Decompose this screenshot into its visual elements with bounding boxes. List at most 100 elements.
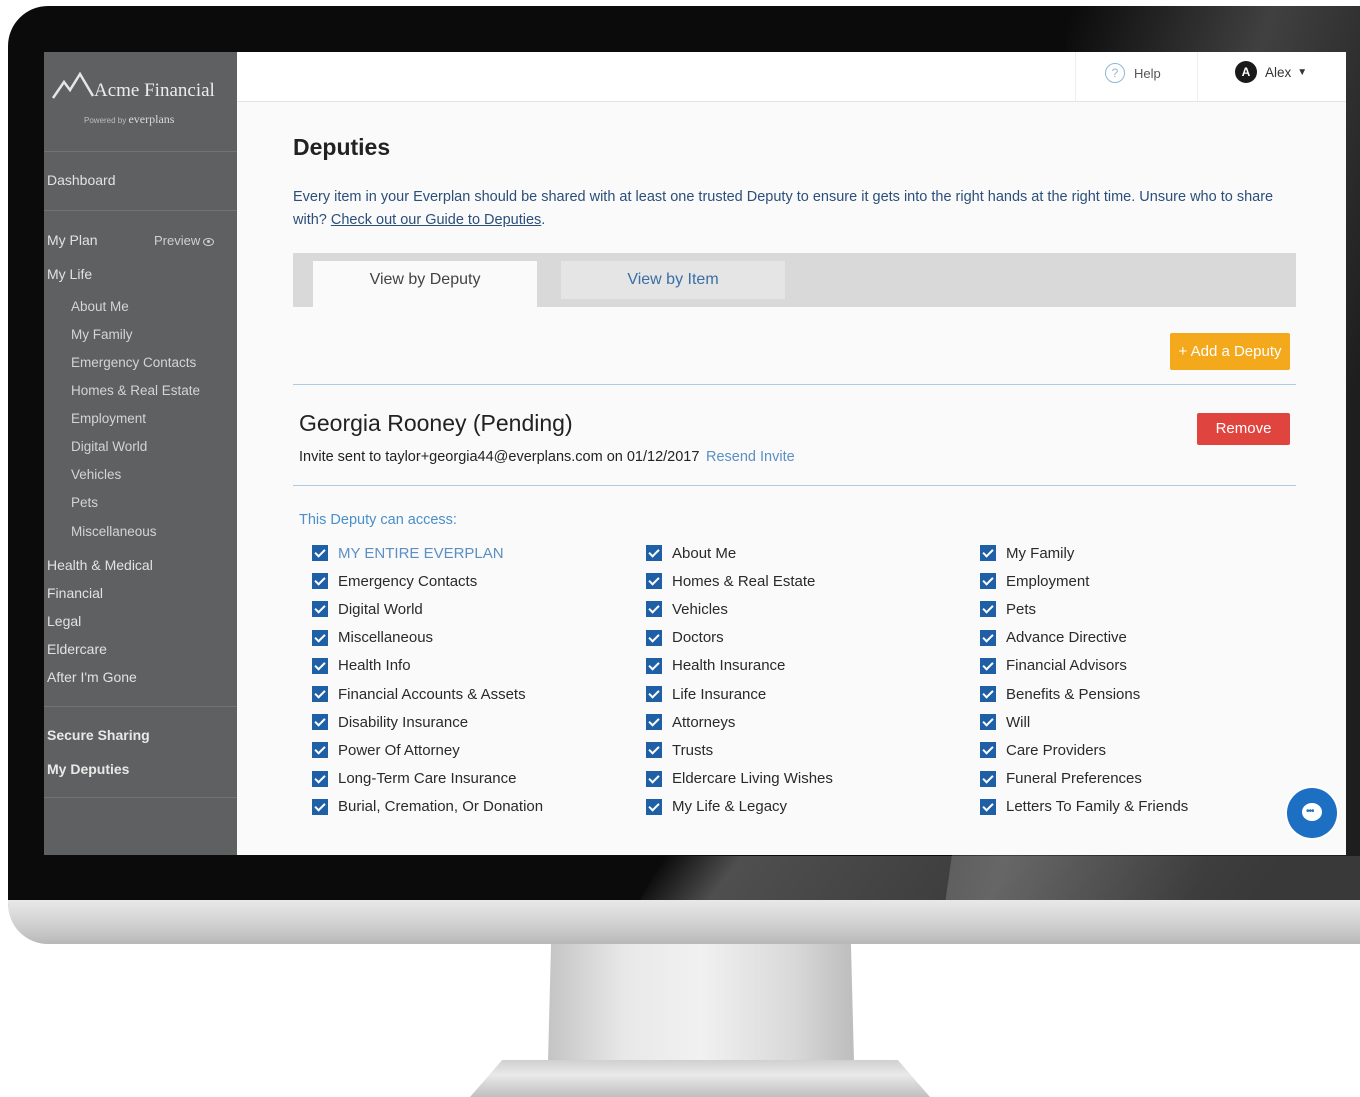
sidebar-item-my-plan[interactable]: My Plan xyxy=(47,232,98,248)
checkbox-checked-icon[interactable] xyxy=(980,714,996,731)
access-item[interactable]: Letters To Family & Friends xyxy=(980,793,1188,821)
sidebar-subitem-pets[interactable]: Pets xyxy=(71,495,98,510)
help-button[interactable]: ? Help xyxy=(1105,61,1161,85)
checkbox-checked-icon[interactable] xyxy=(312,601,328,618)
sidebar-subitem-digital-world[interactable]: Digital World xyxy=(71,439,147,454)
checkbox-checked-icon[interactable] xyxy=(312,798,328,815)
access-item[interactable]: Attorneys xyxy=(646,708,833,736)
access-item[interactable]: Benefits & Pensions xyxy=(980,680,1188,708)
checkbox-checked-icon[interactable] xyxy=(312,686,328,703)
checkbox-checked-icon[interactable] xyxy=(646,742,662,759)
sidebar-subitem-miscellaneous[interactable]: Miscellaneous xyxy=(71,524,157,539)
access-item[interactable]: Emergency Contacts xyxy=(312,567,543,595)
tab-view-by-item[interactable]: View by Item xyxy=(561,261,785,299)
checkbox-checked-icon[interactable] xyxy=(312,629,328,646)
sidebar-item-my-life[interactable]: My Life xyxy=(47,266,92,282)
sidebar-item-financial[interactable]: Financial xyxy=(47,585,103,601)
checkbox-checked-icon[interactable] xyxy=(646,601,662,618)
user-menu[interactable]: A Alex ▼ xyxy=(1235,59,1307,85)
checkbox-checked-icon[interactable] xyxy=(312,573,328,590)
checkbox-checked-icon[interactable] xyxy=(980,657,996,674)
access-item[interactable]: Doctors xyxy=(646,624,833,652)
checkbox-checked-icon[interactable] xyxy=(646,714,662,731)
guide-to-deputies-link[interactable]: Check out our Guide to Deputies xyxy=(331,212,541,228)
sidebar-item-dashboard[interactable]: Dashboard xyxy=(47,172,116,188)
resend-invite-link[interactable]: Resend Invite xyxy=(706,449,795,465)
deputy-name: Georgia Rooney (Pending) xyxy=(299,410,573,436)
access-item[interactable]: Digital World xyxy=(312,595,543,623)
checkbox-checked-icon[interactable] xyxy=(646,629,662,646)
brand-name: Acme Financial xyxy=(94,80,215,101)
checkbox-checked-icon[interactable] xyxy=(980,686,996,703)
brand-logo[interactable]: Acme Financial Powered by everplans xyxy=(52,68,232,130)
checkbox-checked-icon[interactable] xyxy=(312,742,328,759)
sidebar-subitem-homes-real-estate[interactable]: Homes & Real Estate xyxy=(71,383,200,398)
powered-by-name: everplans xyxy=(128,112,175,126)
checkbox-checked-icon[interactable] xyxy=(980,601,996,618)
checkbox-checked-icon[interactable] xyxy=(312,714,328,731)
access-item[interactable]: Burial, Cremation, Or Donation xyxy=(312,793,543,821)
access-item[interactable]: Pets xyxy=(980,595,1188,623)
checkbox-checked-icon[interactable] xyxy=(646,545,662,562)
sidebar-divider xyxy=(44,797,237,798)
checkbox-checked-icon[interactable] xyxy=(646,686,662,703)
monitor-chin xyxy=(8,900,1360,944)
add-deputy-button[interactable]: + Add a Deputy xyxy=(1170,333,1290,370)
intro-text: Every item in your Everplan should be sh… xyxy=(293,189,1274,228)
access-item[interactable]: Will xyxy=(980,708,1188,736)
checkbox-checked-icon[interactable] xyxy=(646,770,662,787)
checkbox-checked-icon[interactable] xyxy=(980,798,996,815)
checkbox-checked-icon[interactable] xyxy=(312,657,328,674)
checkbox-checked-icon[interactable] xyxy=(312,545,328,562)
checkbox-checked-icon[interactable] xyxy=(646,573,662,590)
access-item[interactable]: Financial Accounts & Assets xyxy=(312,680,543,708)
checkbox-checked-icon[interactable] xyxy=(646,798,662,815)
access-item[interactable]: Vehicles xyxy=(646,595,833,623)
access-item[interactable]: About Me xyxy=(646,539,833,567)
preview-link[interactable]: Preview xyxy=(154,233,215,248)
header-separator xyxy=(1197,52,1198,101)
access-item[interactable]: Life Insurance xyxy=(646,680,833,708)
access-item[interactable]: My Life & Legacy xyxy=(646,793,833,821)
access-item-entire-everplan[interactable]: MY ENTIRE EVERPLAN xyxy=(312,539,543,567)
access-item[interactable]: Disability Insurance xyxy=(312,708,543,736)
chat-button[interactable]: ••• xyxy=(1287,788,1337,838)
sidebar-item-legal[interactable]: Legal xyxy=(47,613,81,629)
sidebar-item-secure-sharing[interactable]: Secure Sharing xyxy=(47,727,150,743)
sidebar-item-after-im-gone[interactable]: After I'm Gone xyxy=(47,669,137,685)
access-item[interactable]: Health Info xyxy=(312,652,543,680)
access-column-2: About Me Homes & Real Estate Vehicles Do… xyxy=(646,539,833,821)
sidebar-subitem-employment[interactable]: Employment xyxy=(71,411,146,426)
access-item[interactable]: Power Of Attorney xyxy=(312,736,543,764)
mountain-logo-icon xyxy=(52,71,94,99)
sidebar-item-my-deputies[interactable]: My Deputies xyxy=(47,761,129,777)
monitor-stand-neck xyxy=(548,944,854,1062)
tab-view-by-deputy[interactable]: View by Deputy xyxy=(313,261,537,307)
access-item[interactable]: Homes & Real Estate xyxy=(646,567,833,595)
checkbox-checked-icon[interactable] xyxy=(980,545,996,562)
access-item[interactable]: Trusts xyxy=(646,736,833,764)
checkbox-checked-icon[interactable] xyxy=(980,629,996,646)
checkbox-checked-icon[interactable] xyxy=(980,742,996,759)
checkbox-checked-icon[interactable] xyxy=(312,770,328,787)
access-item[interactable]: Miscellaneous xyxy=(312,624,543,652)
access-item[interactable]: Long-Term Care Insurance xyxy=(312,765,543,793)
access-item[interactable]: Funeral Preferences xyxy=(980,765,1188,793)
checkbox-checked-icon[interactable] xyxy=(980,770,996,787)
checkbox-checked-icon[interactable] xyxy=(646,657,662,674)
sidebar-item-eldercare[interactable]: Eldercare xyxy=(47,641,107,657)
access-item[interactable]: Advance Directive xyxy=(980,624,1188,652)
access-item[interactable]: Employment xyxy=(980,567,1188,595)
sidebar-subitem-vehicles[interactable]: Vehicles xyxy=(71,467,121,482)
sidebar-subitem-my-family[interactable]: My Family xyxy=(71,327,133,342)
sidebar-item-health-medical[interactable]: Health & Medical xyxy=(47,557,153,573)
sidebar-subitem-emergency-contacts[interactable]: Emergency Contacts xyxy=(71,355,196,370)
remove-deputy-button[interactable]: Remove xyxy=(1197,413,1290,445)
access-item[interactable]: Care Providers xyxy=(980,736,1188,764)
access-item[interactable]: Eldercare Living Wishes xyxy=(646,765,833,793)
checkbox-checked-icon[interactable] xyxy=(980,573,996,590)
access-item[interactable]: Health Insurance xyxy=(646,652,833,680)
access-item[interactable]: Financial Advisors xyxy=(980,652,1188,680)
sidebar-subitem-about-me[interactable]: About Me xyxy=(71,299,129,314)
access-item[interactable]: My Family xyxy=(980,539,1188,567)
